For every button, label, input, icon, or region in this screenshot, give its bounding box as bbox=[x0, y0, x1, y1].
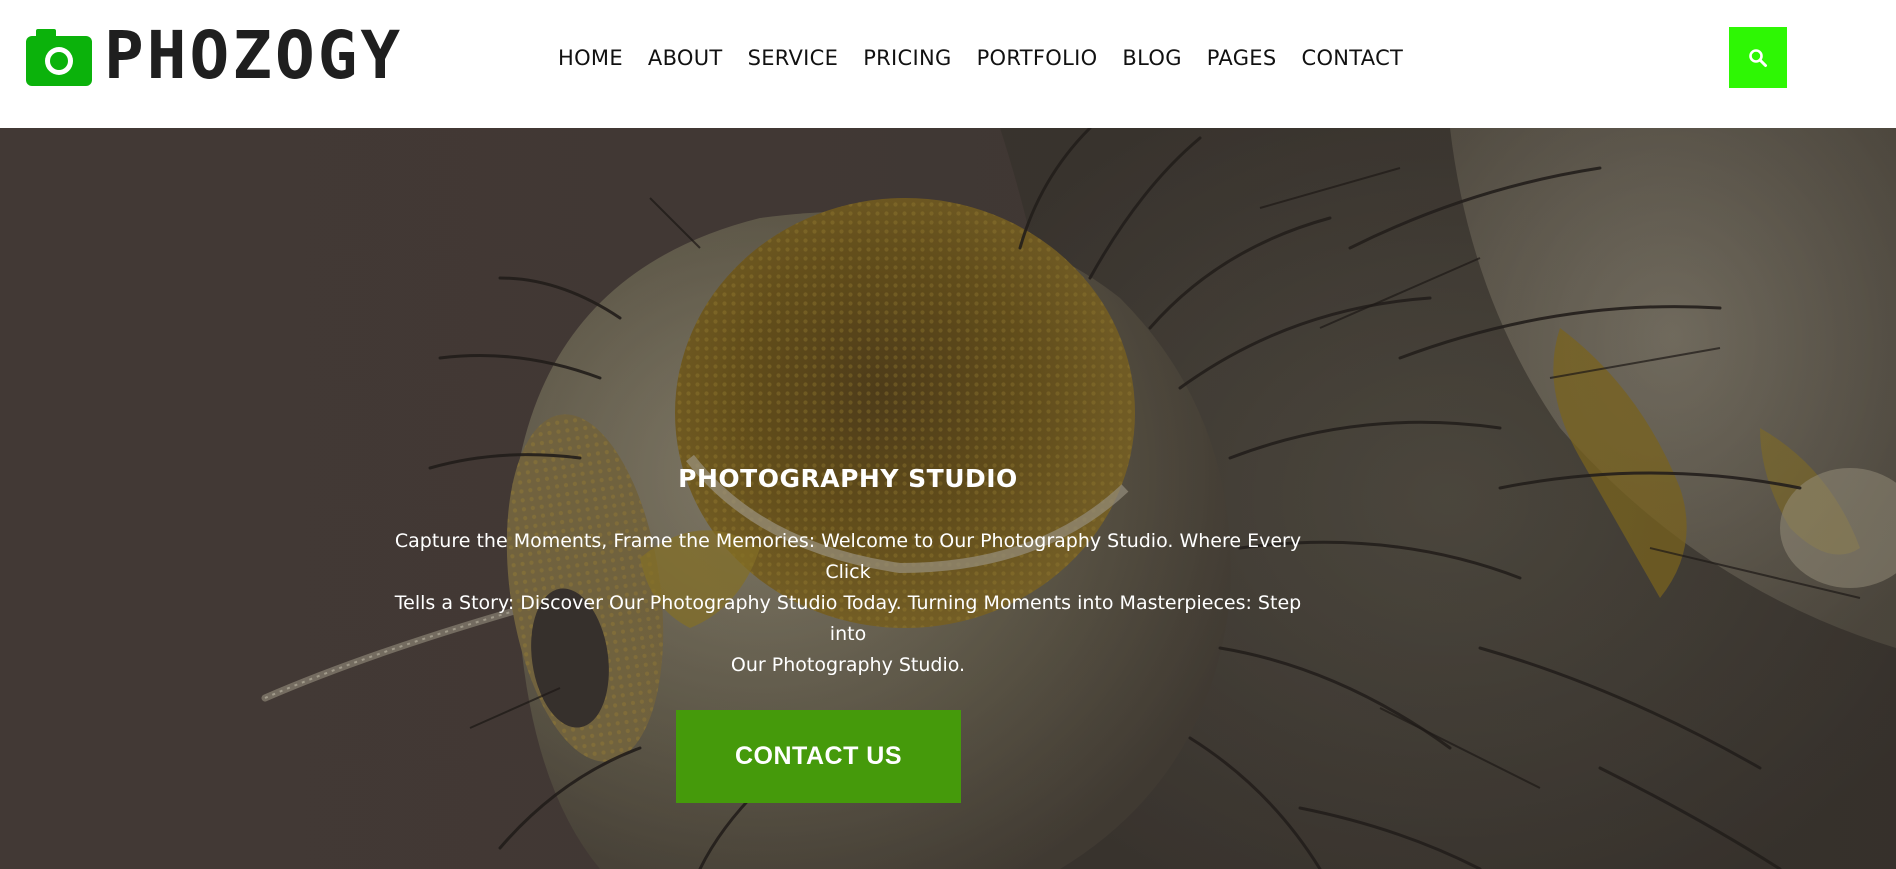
nav-item-pricing[interactable]: PRICING bbox=[863, 40, 951, 76]
contact-us-button[interactable]: CONTACT US bbox=[676, 710, 961, 803]
nav-item-about[interactable]: ABOUT bbox=[648, 40, 723, 76]
camera-icon bbox=[26, 29, 92, 86]
hero-description-line-2: Tells a Story: Discover Our Photography … bbox=[394, 592, 1302, 645]
nav-item-service[interactable]: SERVICE bbox=[748, 40, 839, 76]
nav-item-portfolio[interactable]: PORTFOLIO bbox=[977, 40, 1098, 76]
search-button[interactable] bbox=[1729, 27, 1787, 88]
brand-logo[interactable]: PHOZOGY bbox=[26, 17, 404, 94]
site-header: PHOZOGY HOME ABOUT SERVICE PRICING PORTF… bbox=[0, 0, 1896, 128]
nav-item-pages[interactable]: PAGES bbox=[1207, 40, 1277, 76]
hero-section: PHOTOGRAPHY STUDIO Capture the Moments, … bbox=[0, 128, 1896, 869]
hero-title: PHOTOGRAPHY STUDIO bbox=[678, 464, 1018, 493]
hero-content: PHOTOGRAPHY STUDIO Capture the Moments, … bbox=[0, 128, 1896, 869]
brand-name: PHOZOGY bbox=[104, 17, 404, 94]
nav-item-contact[interactable]: CONTACT bbox=[1302, 40, 1404, 76]
search-icon bbox=[1749, 48, 1767, 67]
hero-description-line-1: Capture the Moments, Frame the Memories:… bbox=[394, 530, 1302, 583]
nav-item-blog[interactable]: BLOG bbox=[1122, 40, 1181, 76]
nav-item-home[interactable]: HOME bbox=[558, 40, 623, 76]
hero-description-line-3: Our Photography Studio. bbox=[730, 654, 966, 676]
main-nav: HOME ABOUT SERVICE PRICING PORTFOLIO BLO… bbox=[558, 40, 1403, 76]
hero-description: Capture the Moments, Frame the Memories:… bbox=[383, 526, 1313, 681]
